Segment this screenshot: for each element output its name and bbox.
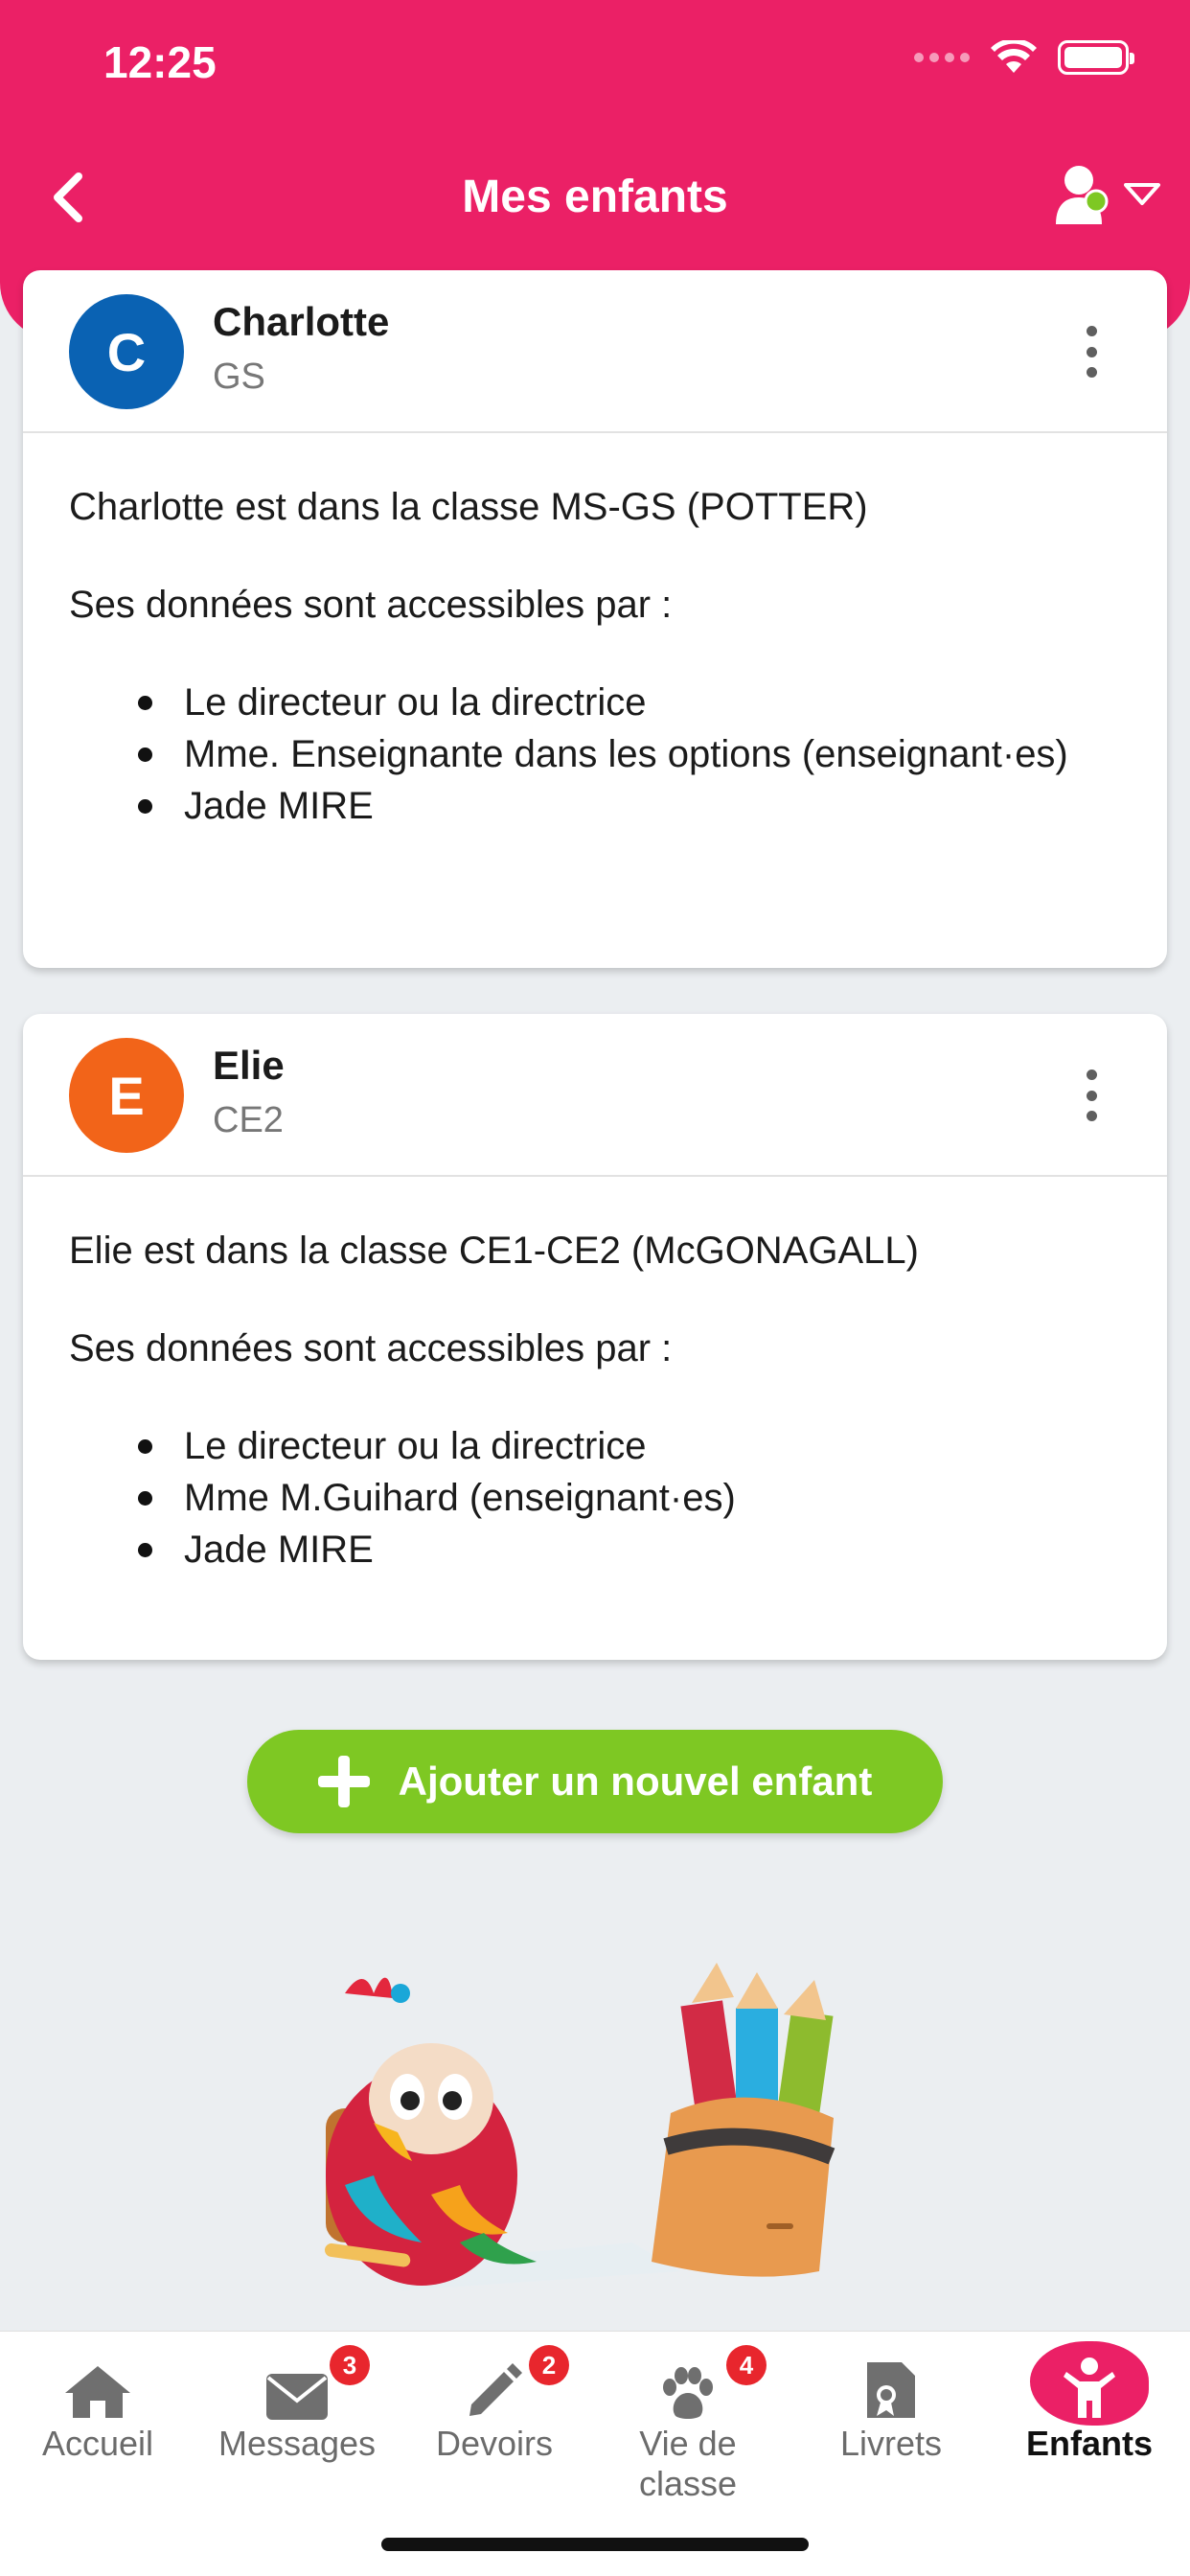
list-item: Mme. Enseignante dans les options (ensei… (138, 728, 1121, 780)
parrot-illustration (324, 1963, 835, 2290)
access-title: Ses données sont accessibles par : (69, 584, 673, 626)
user-switch-icon (1056, 166, 1109, 224)
page-title: Mes enfants (462, 172, 728, 222)
tab-livrets[interactable]: Livrets (795, 2351, 987, 2464)
tab-accueil[interactable]: Accueil (2, 2351, 194, 2464)
list-item: Mme M.Guihard (enseignant·es) (138, 1472, 1121, 1524)
battery-icon (1058, 40, 1134, 75)
tab-label: Enfants (1025, 2424, 1153, 2463)
document-icon (867, 2362, 915, 2418)
access-title: Ses données sont accessibles par : (69, 1327, 673, 1369)
profile-switch-button[interactable] (1054, 163, 1161, 226)
tab-label: Livrets (839, 2424, 943, 2463)
add-child-label: Ajouter un nouvel enfant (398, 1759, 873, 1804)
more-options-icon[interactable] (1077, 326, 1106, 378)
child-card-body: Elie est dans la classe CE1-CE2 (McGONAG… (23, 1177, 1167, 1576)
signal-icon (914, 53, 970, 62)
tab-messages[interactable]: 3 Messages (201, 2345, 393, 2464)
child-card: C Charlotte GS Charlotte est dans la cla… (23, 270, 1167, 968)
pencil-icon (469, 2363, 522, 2416)
home-icon (65, 2366, 130, 2418)
tab-vie-de-classe[interactable]: 4 Vie de classe (592, 2345, 784, 2504)
list-item: Jade MIRE (138, 780, 1121, 832)
unread-badge: 4 (726, 2345, 767, 2385)
child-name: Charlotte (213, 299, 390, 344)
child-card-header: E Elie CE2 (23, 1014, 1167, 1177)
avatar: C (69, 294, 184, 409)
more-options-icon[interactable] (1077, 1070, 1106, 1121)
chevron-down-icon (1124, 183, 1160, 205)
wifi-icon (991, 40, 1037, 73)
status-time: 12:25 (103, 37, 217, 87)
child-level: GS (213, 356, 265, 397)
list-item: Le directeur ou la directrice (138, 1420, 1121, 1472)
add-child-button[interactable]: Ajouter un nouvel enfant (247, 1730, 943, 1833)
unread-badge: 2 (529, 2345, 569, 2385)
tab-label: Devoirs (435, 2424, 554, 2463)
tab-devoirs[interactable]: 2 Devoirs (399, 2345, 590, 2464)
home-indicator (381, 2538, 809, 2551)
tab-label: Vie de classe (638, 2424, 738, 2503)
child-name: Elie (213, 1043, 285, 1088)
access-list: Le directeur ou la directrice Mme M.Guih… (69, 1420, 1121, 1576)
child-card-body: Charlotte est dans la classe MS-GS (POTT… (23, 433, 1167, 832)
class-text: Charlotte est dans la classe MS-GS (POTT… (69, 486, 868, 528)
paw-icon (663, 2367, 713, 2419)
plus-icon (317, 1756, 370, 1807)
access-list: Le directeur ou la directrice Mme. Ensei… (69, 677, 1121, 832)
envelope-icon (266, 2374, 328, 2420)
list-item: Jade MIRE (138, 1524, 1121, 1576)
tab-enfants[interactable]: Enfants (994, 2341, 1185, 2464)
class-text: Elie est dans la classe CE1-CE2 (McGONAG… (69, 1230, 919, 1272)
avatar: E (69, 1038, 184, 1153)
tab-label: Messages (217, 2424, 377, 2463)
child-card: E Elie CE2 Elie est dans la classe CE1-C… (23, 1014, 1167, 1660)
tab-label: Accueil (41, 2424, 154, 2463)
child-icon (1064, 2358, 1115, 2418)
child-card-header: C Charlotte GS (23, 270, 1167, 433)
list-item: Le directeur ou la directrice (138, 677, 1121, 728)
child-level: CE2 (213, 1100, 284, 1140)
unread-badge: 3 (330, 2345, 370, 2385)
status-icons (914, 40, 1134, 75)
